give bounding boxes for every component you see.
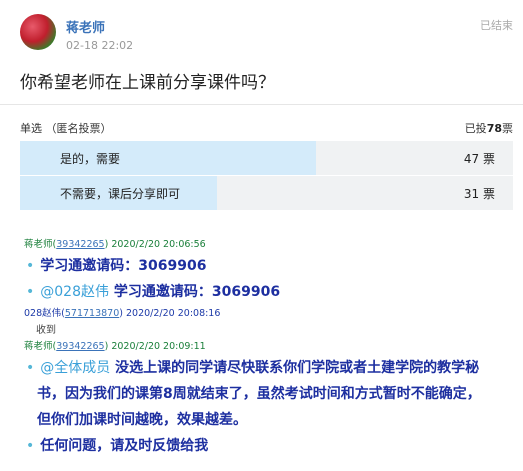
message-line: • @028赵伟 学习通邀请码：3069906 <box>26 281 280 301</box>
message-line: • 任何问题，请及时反馈给我 <box>26 435 208 455</box>
poll-option-votes: 47 票 <box>463 152 495 166</box>
poll-option-label: 是的，需要 <box>60 152 121 166</box>
message-text: 收到 <box>36 325 56 336</box>
message-meta: 028赵伟(571713870) 2020/2/20 20:08:16 <box>24 308 221 319</box>
message-uid-link[interactable]: 39342265 <box>56 239 104 250</box>
divider <box>0 104 523 105</box>
message-line: 但你们加课时间越晚，效果越差。 <box>37 409 247 429</box>
message-time: 2020/2/20 20:09:11 <box>111 341 206 352</box>
post-author[interactable]: 蒋老师 <box>66 17 105 36</box>
message-text: 任何问题，请及时反馈给我 <box>40 438 209 454</box>
poll-option-votes: 31 票 <box>463 187 495 201</box>
vote-total-prefix: 已投 <box>464 122 487 135</box>
vote-type: 单选 （匿名投票） <box>20 122 112 135</box>
message-time: 2020/2/20 20:06:56 <box>111 239 206 250</box>
mention-link[interactable]: @全体成员 <box>40 360 110 376</box>
message-text: 学习通邀请码：3069906 <box>113 284 281 300</box>
message-text: 没选上课的同学请尽快联系你们学院或者土建学院的教学秘 <box>115 360 480 376</box>
poll-question: 你希望老师在上课前分享课件吗？ <box>20 73 275 93</box>
message-meta: 蒋老师(39342265) 2020/2/20 20:09:11 <box>24 341 206 352</box>
status-badge: 已结束 <box>480 19 513 32</box>
bullet-icon: • <box>26 258 35 274</box>
message-text: 书，因为我们的课第8周就结束了，虽然考试时间和方式暂时不能确定， <box>37 386 481 402</box>
post-time: 02-18 22:02 <box>66 39 134 52</box>
message-uid-link[interactable]: 39342265 <box>56 341 104 352</box>
message-sender[interactable]: 028赵伟 <box>24 308 61 319</box>
mention-link[interactable]: @028赵伟 <box>40 284 109 300</box>
message-text: 但你们加课时间越晚，效果越差。 <box>37 412 247 428</box>
poll-option[interactable]: 不需要，课后分享即可 31 票 <box>20 176 513 210</box>
message-time: 2020/2/20 20:08:16 <box>126 308 221 319</box>
message-uid-link[interactable]: 571713870 <box>65 308 119 319</box>
message-sender[interactable]: 蒋老师 <box>24 341 53 352</box>
bullet-icon: • <box>26 284 35 300</box>
message-meta: 蒋老师(39342265) 2020/2/20 20:06:56 <box>24 239 206 250</box>
message-line: • 学习通邀请码：3069906 <box>26 255 206 275</box>
vote-total-suffix: 票 <box>502 122 513 135</box>
message-sender[interactable]: 蒋老师 <box>24 239 53 250</box>
poll-option[interactable]: 是的，需要 47 票 <box>20 141 513 175</box>
message-line: • @全体成员 没选上课的同学请尽快联系你们学院或者土建学院的教学秘 <box>26 357 479 377</box>
bullet-icon: • <box>26 438 35 454</box>
vote-total-number: 78 <box>486 122 502 135</box>
vote-total: 已投78票 <box>465 120 513 136</box>
avatar[interactable] <box>20 14 56 50</box>
poll-option-label: 不需要，课后分享即可 <box>60 187 181 201</box>
message-text: 学习通邀请码：3069906 <box>40 258 207 274</box>
message-line: 书，因为我们的课第8周就结束了，虽然考试时间和方式暂时不能确定， <box>37 383 481 403</box>
bullet-icon: • <box>26 360 35 376</box>
